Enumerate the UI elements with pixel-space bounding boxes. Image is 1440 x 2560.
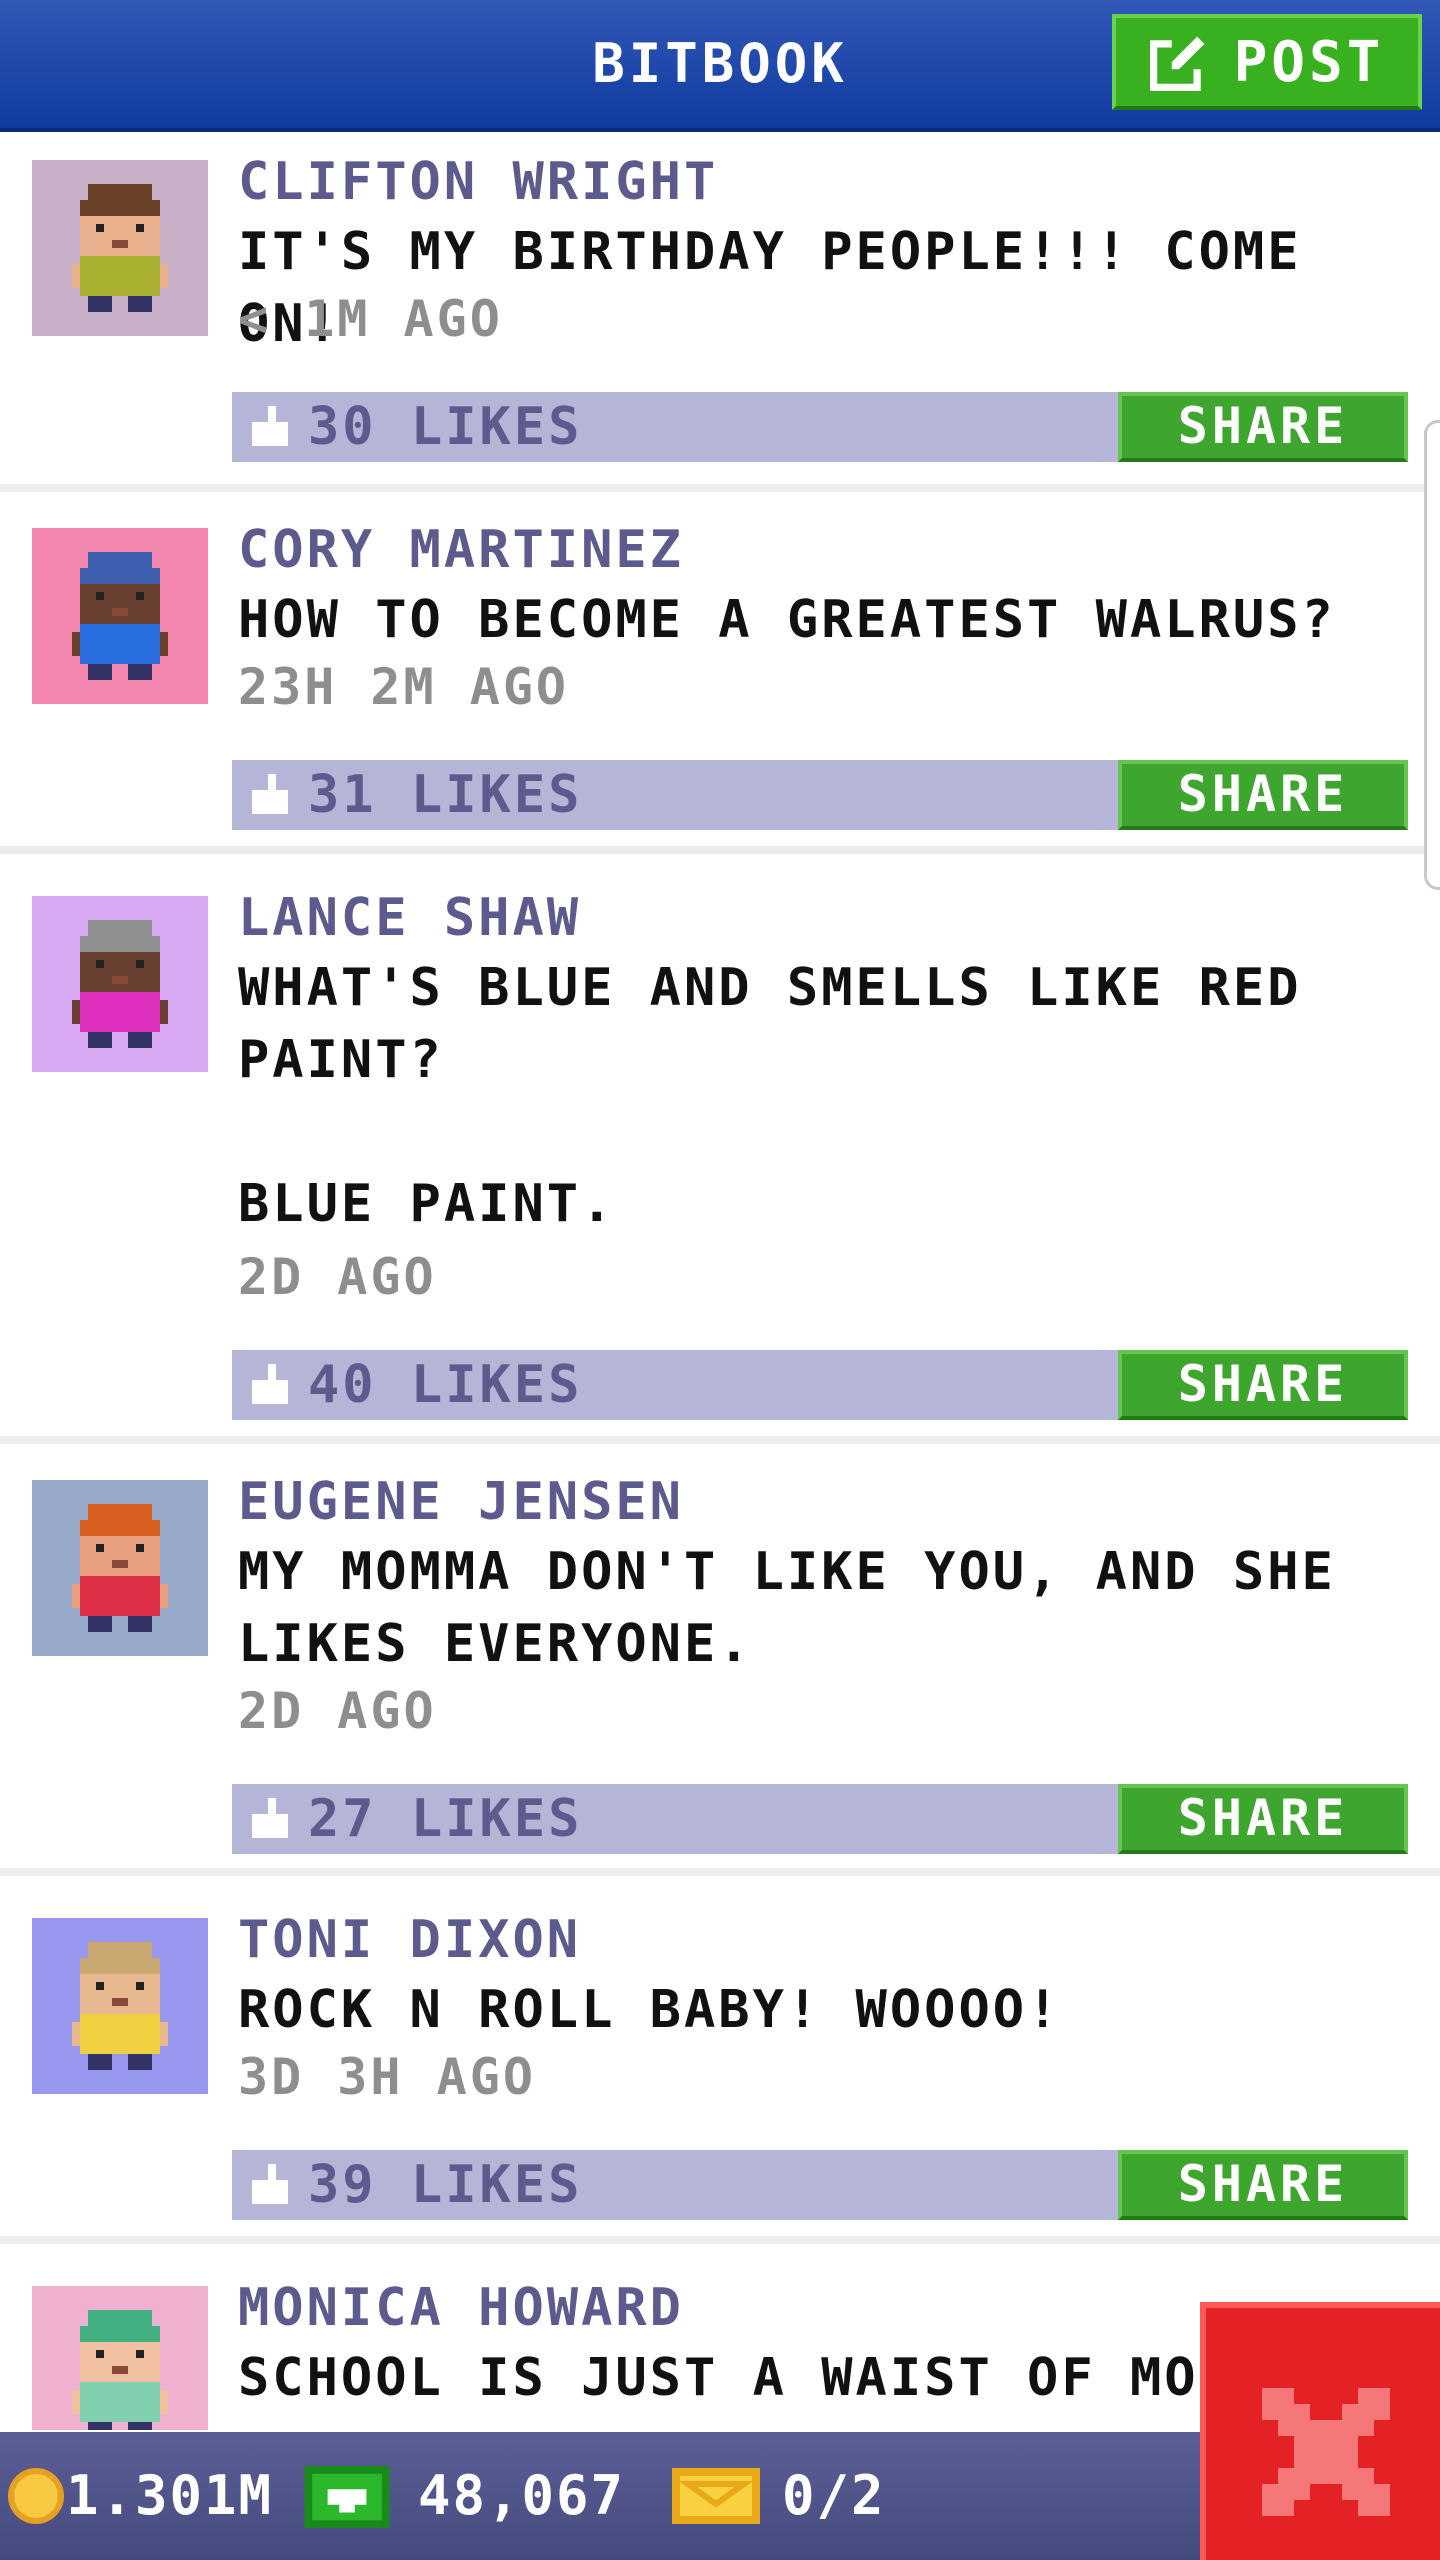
post-button[interactable]: POST (1112, 14, 1422, 110)
post-author[interactable]: TONI DIXON (238, 1910, 581, 1970)
avatar[interactable] (32, 1480, 208, 1656)
close-button[interactable] (1200, 2302, 1440, 2560)
like-bar: 40 LIKES SHARE (232, 1350, 1408, 1420)
thumbs-up-icon[interactable] (252, 1364, 288, 1404)
post-author[interactable]: MONICA HOWARD (238, 2278, 684, 2338)
like-count: 39 LIKES (308, 2155, 583, 2215)
thumbs-up-icon[interactable] (252, 1798, 288, 1838)
post-message: MY MOMMA DON'T LIKE YOU, AND SHE LIKES E… (238, 1542, 1371, 1674)
post-time: 2D AGO (238, 1682, 437, 1740)
post-message: ROCK N ROLL BABY! WOOOO! (238, 1980, 1062, 2040)
thumbs-up-icon[interactable] (252, 406, 288, 446)
avatar-portrait (32, 160, 208, 336)
avatar[interactable] (32, 896, 208, 1072)
post-author[interactable]: CORY MARTINEZ (238, 520, 684, 580)
scrollbar-thumb[interactable] (1424, 420, 1440, 890)
like-bar: 30 LIKES SHARE (232, 392, 1408, 462)
avatar[interactable] (32, 528, 208, 704)
post-message: HOW TO BECOME A GREATEST WALRUS? (238, 590, 1336, 650)
share-button[interactable]: SHARE (1118, 392, 1408, 462)
feed-post: TONI DIXON ROCK N ROLL BABY! WOOOO! 3D 3… (0, 1884, 1440, 2244)
like-bar: 31 LIKES SHARE (232, 760, 1408, 830)
post-time: 23H 2M AGO (238, 658, 570, 716)
avatar-portrait (32, 896, 208, 1072)
post-author[interactable]: CLIFTON WRIGHT (238, 152, 718, 212)
avatar-portrait (32, 528, 208, 704)
avatar-portrait (32, 1480, 208, 1656)
like-bar: 39 LIKES SHARE (232, 2150, 1408, 2220)
like-count: 40 LIKES (308, 1355, 583, 1415)
close-icon (1262, 2388, 1390, 2516)
avatar-portrait (32, 2286, 208, 2430)
avatar[interactable] (32, 2286, 208, 2430)
bux-balance: 48,067 (418, 2464, 626, 2527)
ticket-icon (672, 2468, 760, 2524)
post-time: 2D AGO (238, 1248, 437, 1306)
like-count: 30 LIKES (308, 397, 583, 457)
app-header: BITBOOK POST (0, 0, 1440, 132)
post-button-label: POST (1233, 29, 1385, 95)
feed-post: LANCE SHAW WHAT'S BLUE AND SMELLS LIKE R… (0, 862, 1440, 1444)
thumbs-up-icon[interactable] (252, 2164, 288, 2204)
like-count: 31 LIKES (308, 765, 583, 825)
post-time: 3D 3H AGO (238, 2048, 536, 2106)
avatar-portrait (32, 1918, 208, 2094)
feed-post: CLIFTON WRIGHT IT'S MY BIRTHDAY PEOPLE!!… (0, 132, 1440, 492)
bux-icon (304, 2466, 390, 2528)
share-button[interactable]: SHARE (1118, 1784, 1408, 1854)
post-time: < 1M AGO (238, 290, 503, 348)
like-bar: 27 LIKES SHARE (232, 1784, 1408, 1854)
share-button[interactable]: SHARE (1118, 2150, 1408, 2220)
post-author[interactable]: LANCE SHAW (238, 888, 581, 948)
post-author[interactable]: EUGENE JENSEN (238, 1472, 684, 1532)
feed-post: EUGENE JENSEN MY MOMMA DON'T LIKE YOU, A… (0, 1446, 1440, 1876)
share-button[interactable]: SHARE (1118, 760, 1408, 830)
news-feed[interactable]: CLIFTON WRIGHT IT'S MY BIRTHDAY PEOPLE!!… (0, 132, 1440, 2430)
thumbs-up-icon[interactable] (252, 774, 288, 814)
coin-icon (8, 2468, 64, 2524)
ticket-count: 0/2 (782, 2464, 886, 2527)
coin-balance: 1.301M (66, 2464, 274, 2527)
share-button[interactable]: SHARE (1118, 1350, 1408, 1420)
avatar[interactable] (32, 1918, 208, 2094)
post-message: WHAT'S BLUE AND SMELLS LIKE RED PAINT? B… (238, 958, 1302, 1234)
avatar[interactable] (32, 160, 208, 336)
feed-post: CORY MARTINEZ HOW TO BECOME A GREATEST W… (0, 494, 1440, 854)
like-count: 27 LIKES (308, 1789, 583, 1849)
edit-icon (1149, 33, 1208, 91)
